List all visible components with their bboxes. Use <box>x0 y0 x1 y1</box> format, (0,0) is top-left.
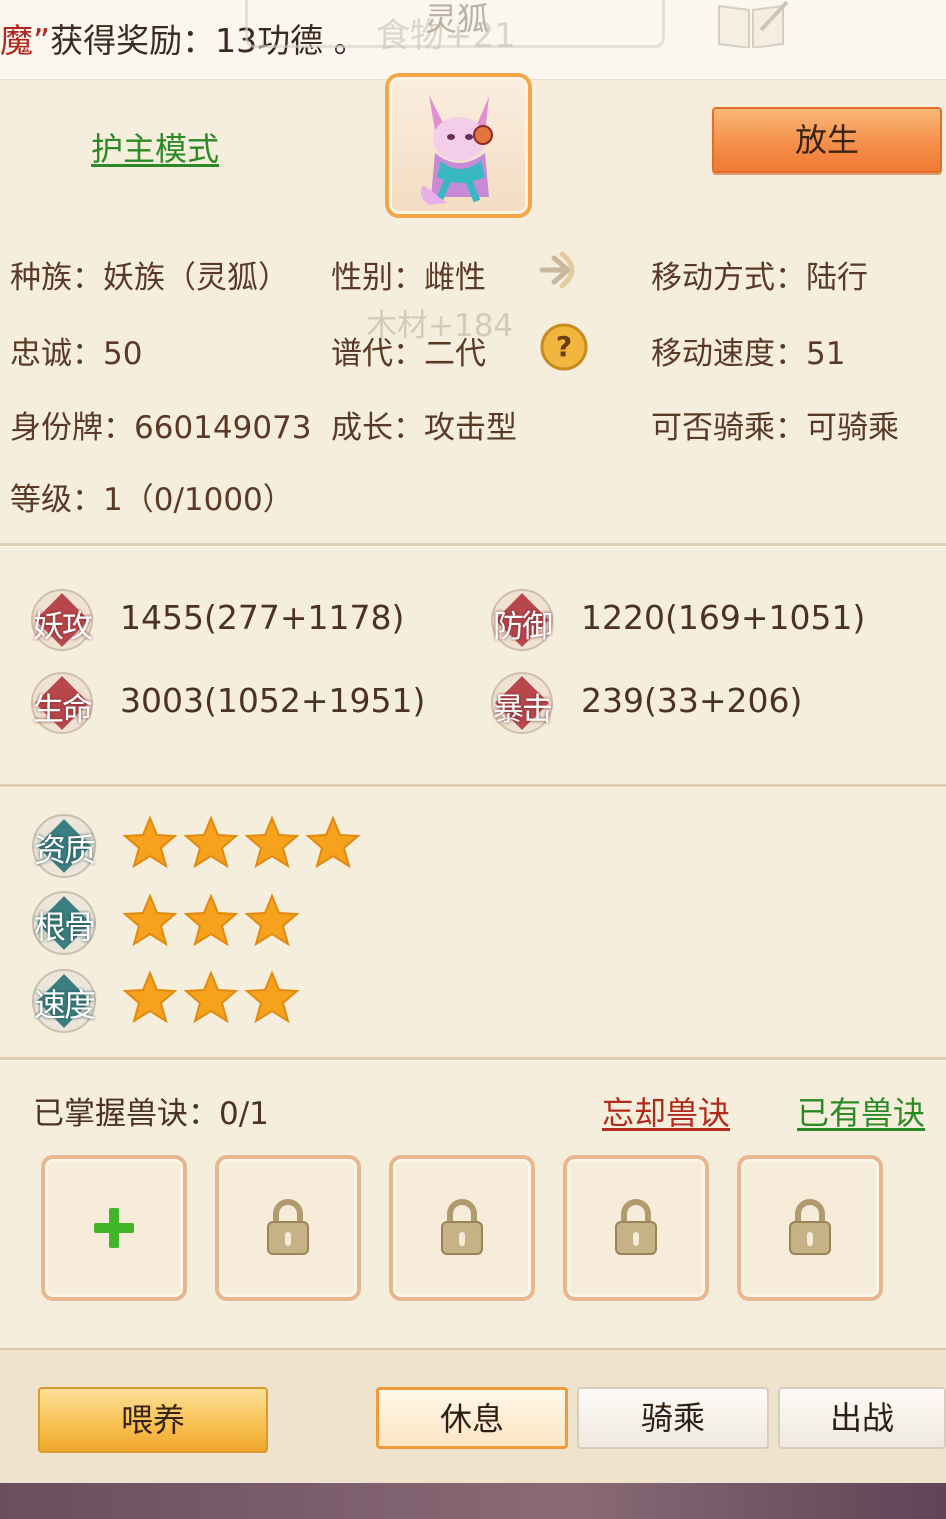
attack-badge: 妖攻 <box>30 588 94 652</box>
id-tag-info: 身份牌：660149073 <box>10 410 312 446</box>
pet-avatar[interactable] <box>385 73 532 218</box>
speed-label: 速度 <box>33 986 96 1024</box>
fox-pet-portrait <box>421 95 493 205</box>
switch-arrow-icon[interactable] <box>538 248 584 292</box>
lock-icon <box>267 1199 309 1255</box>
star-icon <box>244 815 300 869</box>
reward-prefix: 魔” <box>0 21 51 60</box>
feed-button[interactable]: 喂养 <box>38 1387 268 1453</box>
owned-skills-link[interactable]: 已有兽诀 <box>797 1088 925 1134</box>
skill-slot-locked[interactable] <box>389 1155 535 1301</box>
footer-decoration <box>0 1483 946 1519</box>
star-icon <box>183 893 239 947</box>
divider <box>0 784 946 787</box>
gender-info: 性别：雌性 <box>331 260 486 296</box>
race-info: 种族：妖族（灵狐） <box>10 260 289 296</box>
forget-skill-link[interactable]: 忘却兽诀 <box>602 1088 730 1134</box>
defense-badge: 防御 <box>490 588 554 652</box>
skill-slot-add[interactable] <box>41 1155 187 1301</box>
loyalty-info: 忠诚：50 <box>10 336 143 372</box>
growth-info: 成长：攻击型 <box>331 410 517 446</box>
battle-button[interactable]: 出战 <box>778 1387 946 1449</box>
bone-badge: 根骨 <box>31 890 97 956</box>
bone-label: 根骨 <box>33 908 96 946</box>
bone-stars <box>122 893 300 949</box>
divider <box>0 1057 946 1060</box>
star-icon <box>122 893 178 947</box>
aptitude-badge: 资质 <box>31 813 97 879</box>
defense-value: 1220(169+1051) <box>581 598 866 637</box>
skill-slot-locked[interactable] <box>215 1155 361 1301</box>
star-icon <box>244 893 300 947</box>
star-icon <box>183 970 239 1024</box>
move-type-info: 移动方式：陆行 <box>651 260 868 296</box>
ride-button[interactable]: 骑乘 <box>577 1387 769 1449</box>
hp-badge: 生命 <box>30 671 94 735</box>
lock-icon <box>441 1199 483 1255</box>
divider <box>0 543 946 546</box>
crit-badge: 暴击 <box>490 671 554 735</box>
generation-info: 谱代：二代 <box>331 336 486 372</box>
speed-stars <box>122 970 300 1026</box>
aptitude-label: 资质 <box>33 831 96 869</box>
plus-icon <box>94 1208 134 1248</box>
attack-label: 妖攻 <box>33 609 93 645</box>
move-speed-info: 移动速度：51 <box>651 336 846 372</box>
book-icon[interactable] <box>713 0 791 48</box>
lock-icon <box>789 1199 831 1255</box>
star-icon <box>305 815 361 869</box>
star-icon <box>122 970 178 1024</box>
svg-text:?: ? <box>556 330 572 363</box>
star-icon <box>244 970 300 1024</box>
aptitude-stars <box>122 815 361 871</box>
star-icon <box>122 815 178 869</box>
rideable-info: 可否骑乘：可骑乘 <box>651 410 899 446</box>
speed-badge: 速度 <box>31 968 97 1034</box>
release-button[interactable]: 放生 <box>712 107 942 173</box>
help-question-icon[interactable]: ? <box>539 322 589 372</box>
mastered-skills-count: 已掌握兽诀：0/1 <box>33 1096 269 1132</box>
rest-button[interactable]: 休息 <box>376 1387 568 1449</box>
hp-value: 3003(1052+1951) <box>120 681 426 720</box>
level-info: 等级：1（0/1000） <box>10 482 294 518</box>
crit-label: 暴击 <box>493 692 553 728</box>
top-notification-bar: 魔”获得奖励：13功德 。 食物+21 灵狐 <box>0 0 946 80</box>
skill-slot-locked[interactable] <box>563 1155 709 1301</box>
pet-name-title: 灵狐 <box>425 0 490 38</box>
hp-label: 生命 <box>33 692 93 728</box>
skill-slot-locked[interactable] <box>737 1155 883 1301</box>
star-icon <box>183 815 239 869</box>
defense-label: 防御 <box>493 609 553 645</box>
attack-value: 1455(277+1178) <box>120 598 405 637</box>
crit-value: 239(33+206) <box>581 681 803 720</box>
guard-mode-link[interactable]: 护主模式 <box>91 124 219 170</box>
lock-icon <box>615 1199 657 1255</box>
